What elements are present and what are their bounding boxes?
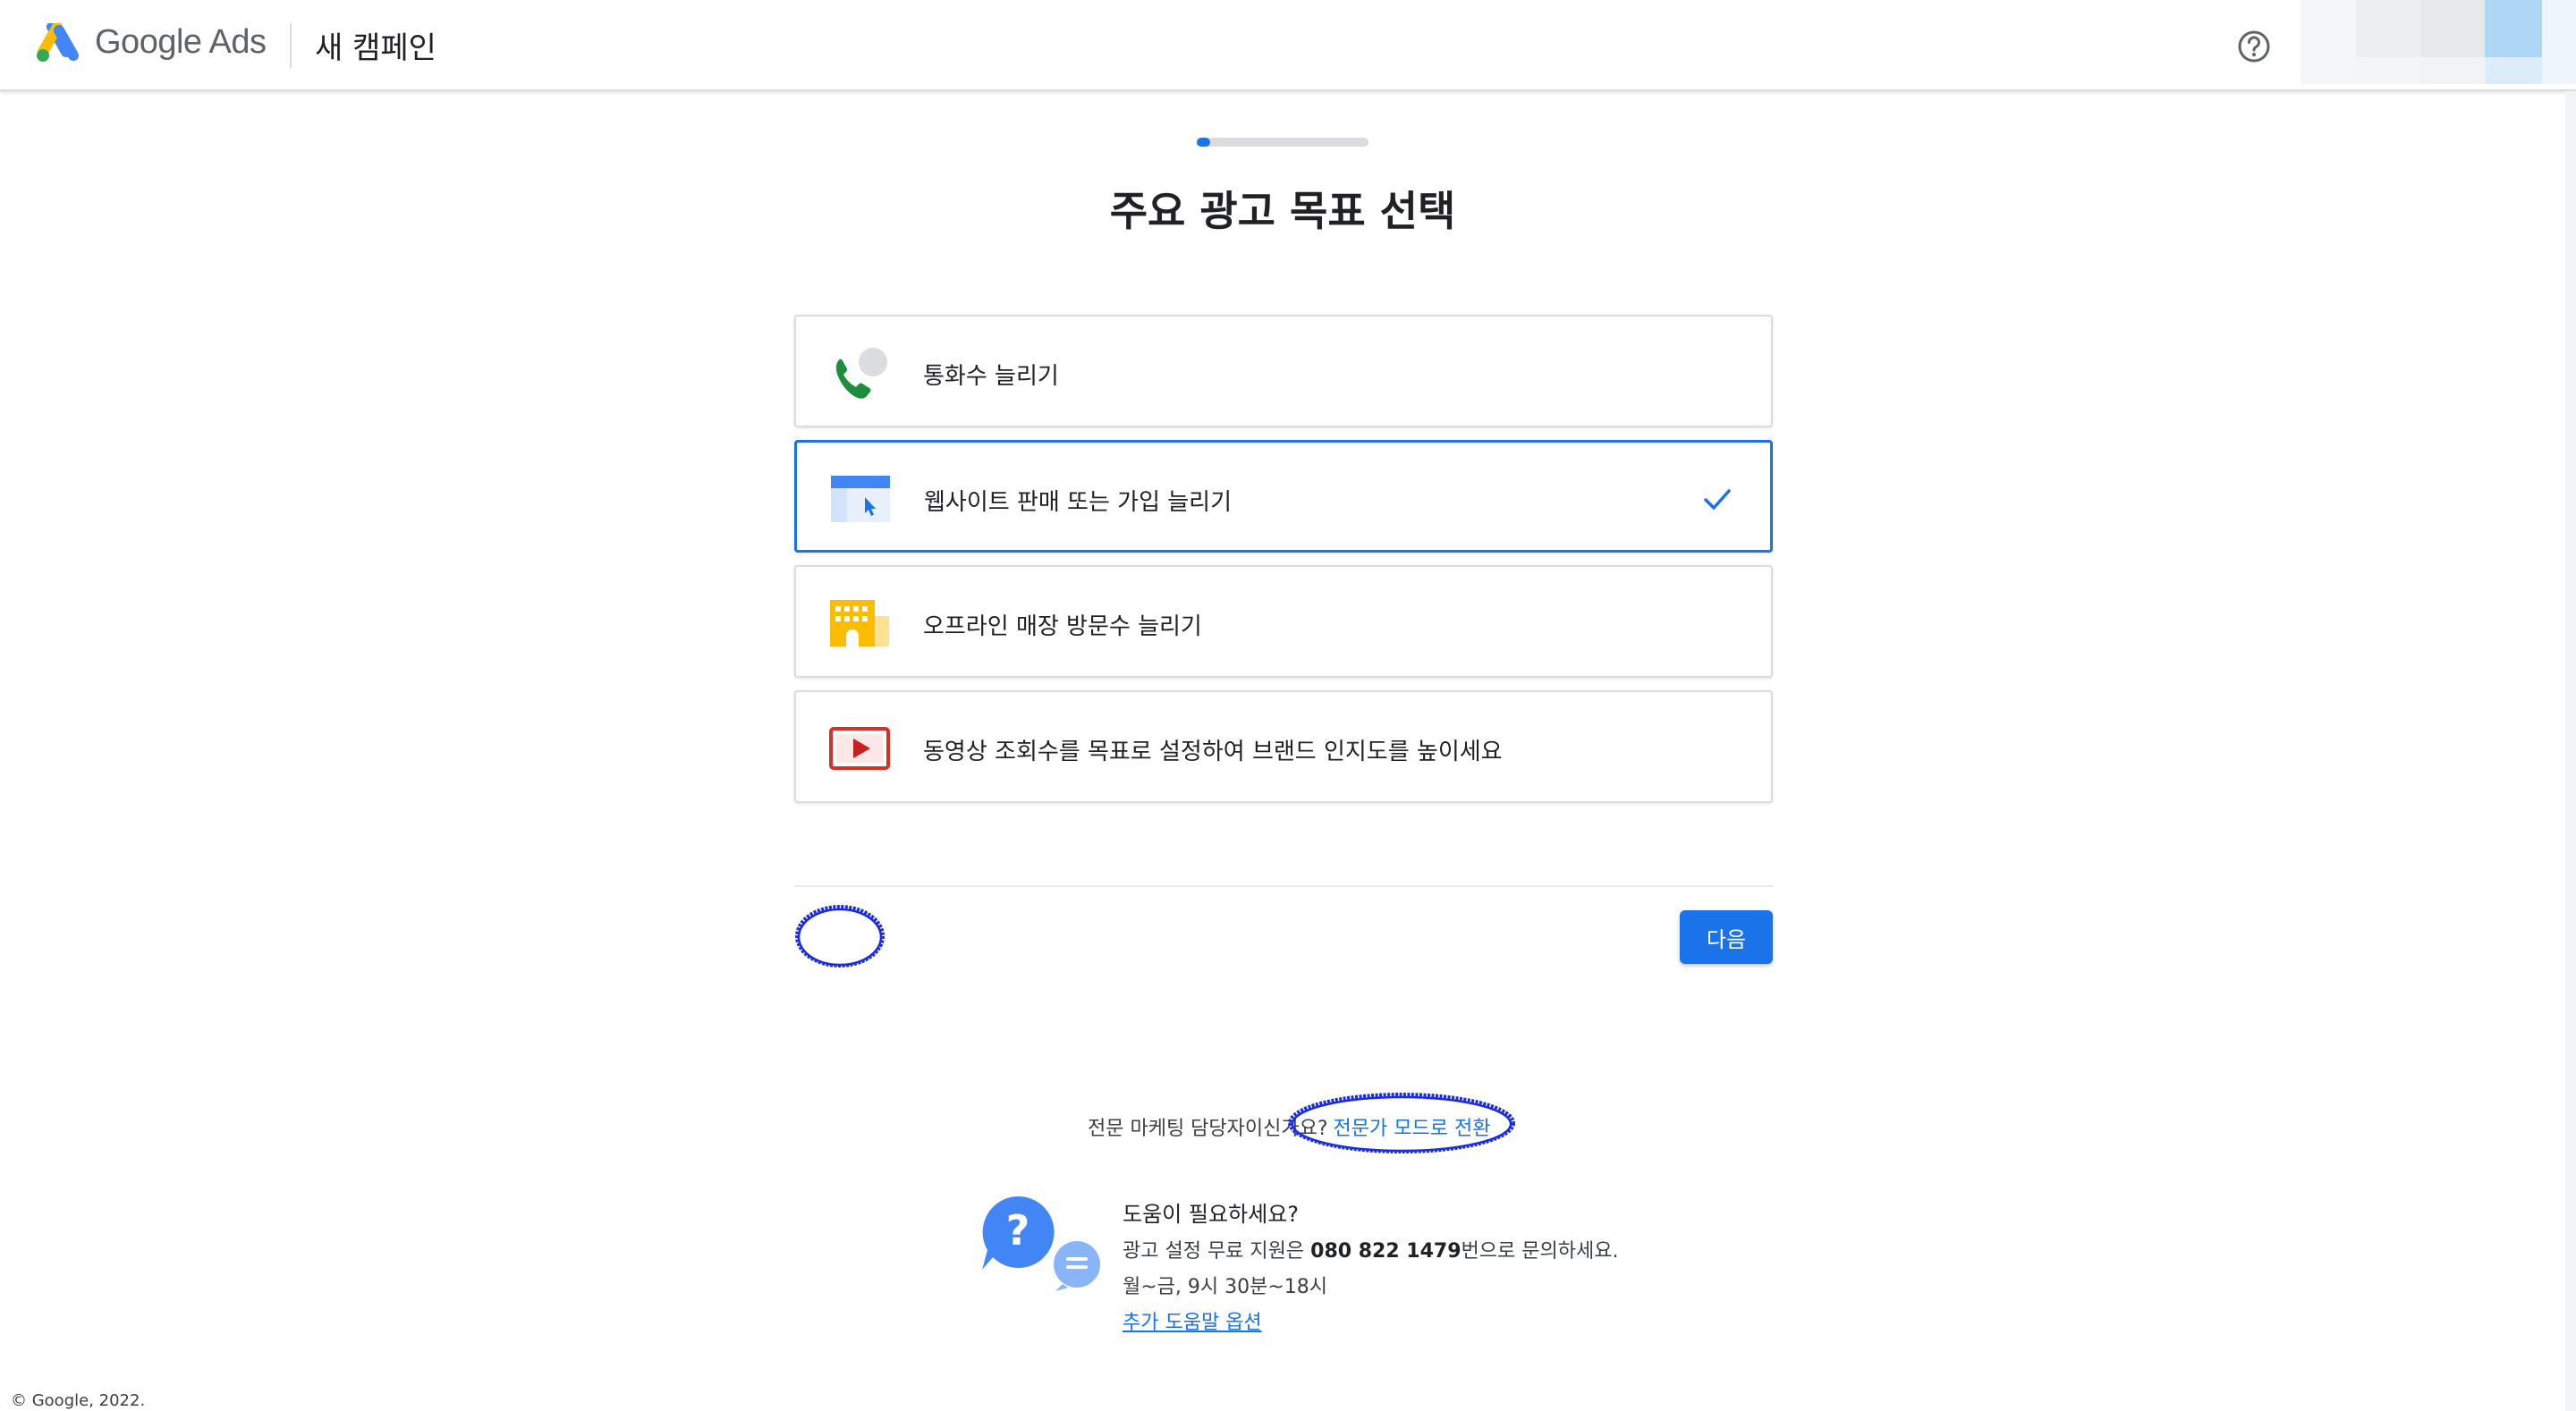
goal-option-calls[interactable]: 통화수 늘리기 (794, 315, 1773, 427)
progress-bar (1197, 138, 1368, 147)
brand-google: Google (95, 23, 202, 61)
more-help-options-link[interactable]: 추가 도움말 옵션 (1123, 1306, 1262, 1335)
goal-option-label: 동영상 조회수를 목표로 설정하여 브랜드 인지도를 높이세요 (923, 739, 1503, 765)
goal-option-label: 오프라인 매장 방문수 늘리기 (923, 613, 1202, 640)
scribble-annotation (795, 905, 885, 967)
checkmark-icon (1704, 489, 1731, 510)
page-title: 주요 광고 목표 선택 (1109, 187, 1456, 235)
expert-mode-prompt: 전문 마케팅 담당자이신가요? 전문가 모드로 전환 (1088, 1112, 1490, 1141)
switch-to-expert-mode-link[interactable]: 전문가 모드로 전환 (1334, 1118, 1491, 1140)
account-avatar-blurred[interactable] (2301, 0, 2576, 84)
help-chat-illustration-icon: ? (982, 1196, 1100, 1291)
svg-text:?: ? (1006, 1206, 1030, 1255)
brand-ads: Ads (208, 23, 267, 61)
goal-option-store[interactable]: 오프라인 매장 방문수 늘리기 (794, 565, 1773, 678)
help-phone-suffix: 번으로 문의하세요. (1461, 1240, 1619, 1263)
campaign-title: 새 캠페인 (315, 30, 436, 66)
goal-option-video[interactable]: 동영상 조회수를 목표로 설정하여 브랜드 인지도를 높이세요 (794, 690, 1773, 803)
help-title: 도움이 필요하세요? (1123, 1202, 1300, 1227)
header-divider (290, 23, 292, 68)
goal-option-label: 통화수 늘리기 (923, 363, 1059, 390)
help-circle-icon[interactable] (2236, 29, 2272, 64)
footer-copyright: © Google, 2022. (11, 1391, 146, 1410)
help-section: 도움이 필요하세요? 광고 설정 무료 지원은 080 822 1479번으로 … (1123, 1196, 1618, 1335)
goal-option-website[interactable]: 웹사이트 판매 또는 가입 늘리기 (794, 440, 1773, 553)
next-button[interactable]: 다음 (1680, 910, 1773, 964)
website-icon (831, 476, 890, 522)
help-phone-number: 080 822 1479 (1310, 1240, 1462, 1263)
google-ads-logo-icon[interactable] (34, 23, 80, 64)
help-phone-line: 광고 설정 무료 지원은 080 822 1479번으로 문의하세요. (1123, 1235, 1618, 1263)
video-play-icon (829, 727, 890, 770)
brand-name: Google Ads (95, 23, 267, 62)
help-hours: 월~금, 9시 30분~18시 (1123, 1276, 1328, 1298)
top-app-bar: Google Ads 새 캠페인 (0, 0, 2576, 91)
scrollbar-track[interactable] (2565, 91, 2576, 1411)
goal-option-label: 웹사이트 판매 또는 가입 늘리기 (924, 489, 1233, 516)
phone-call-icon (835, 348, 887, 399)
help-phone-prefix: 광고 설정 무료 지원은 (1123, 1240, 1311, 1263)
section-divider (794, 885, 1773, 887)
expert-question: 전문 마케팅 담당자이신가요? (1088, 1118, 1328, 1140)
progress-fill (1197, 138, 1211, 147)
store-icon (830, 600, 889, 646)
